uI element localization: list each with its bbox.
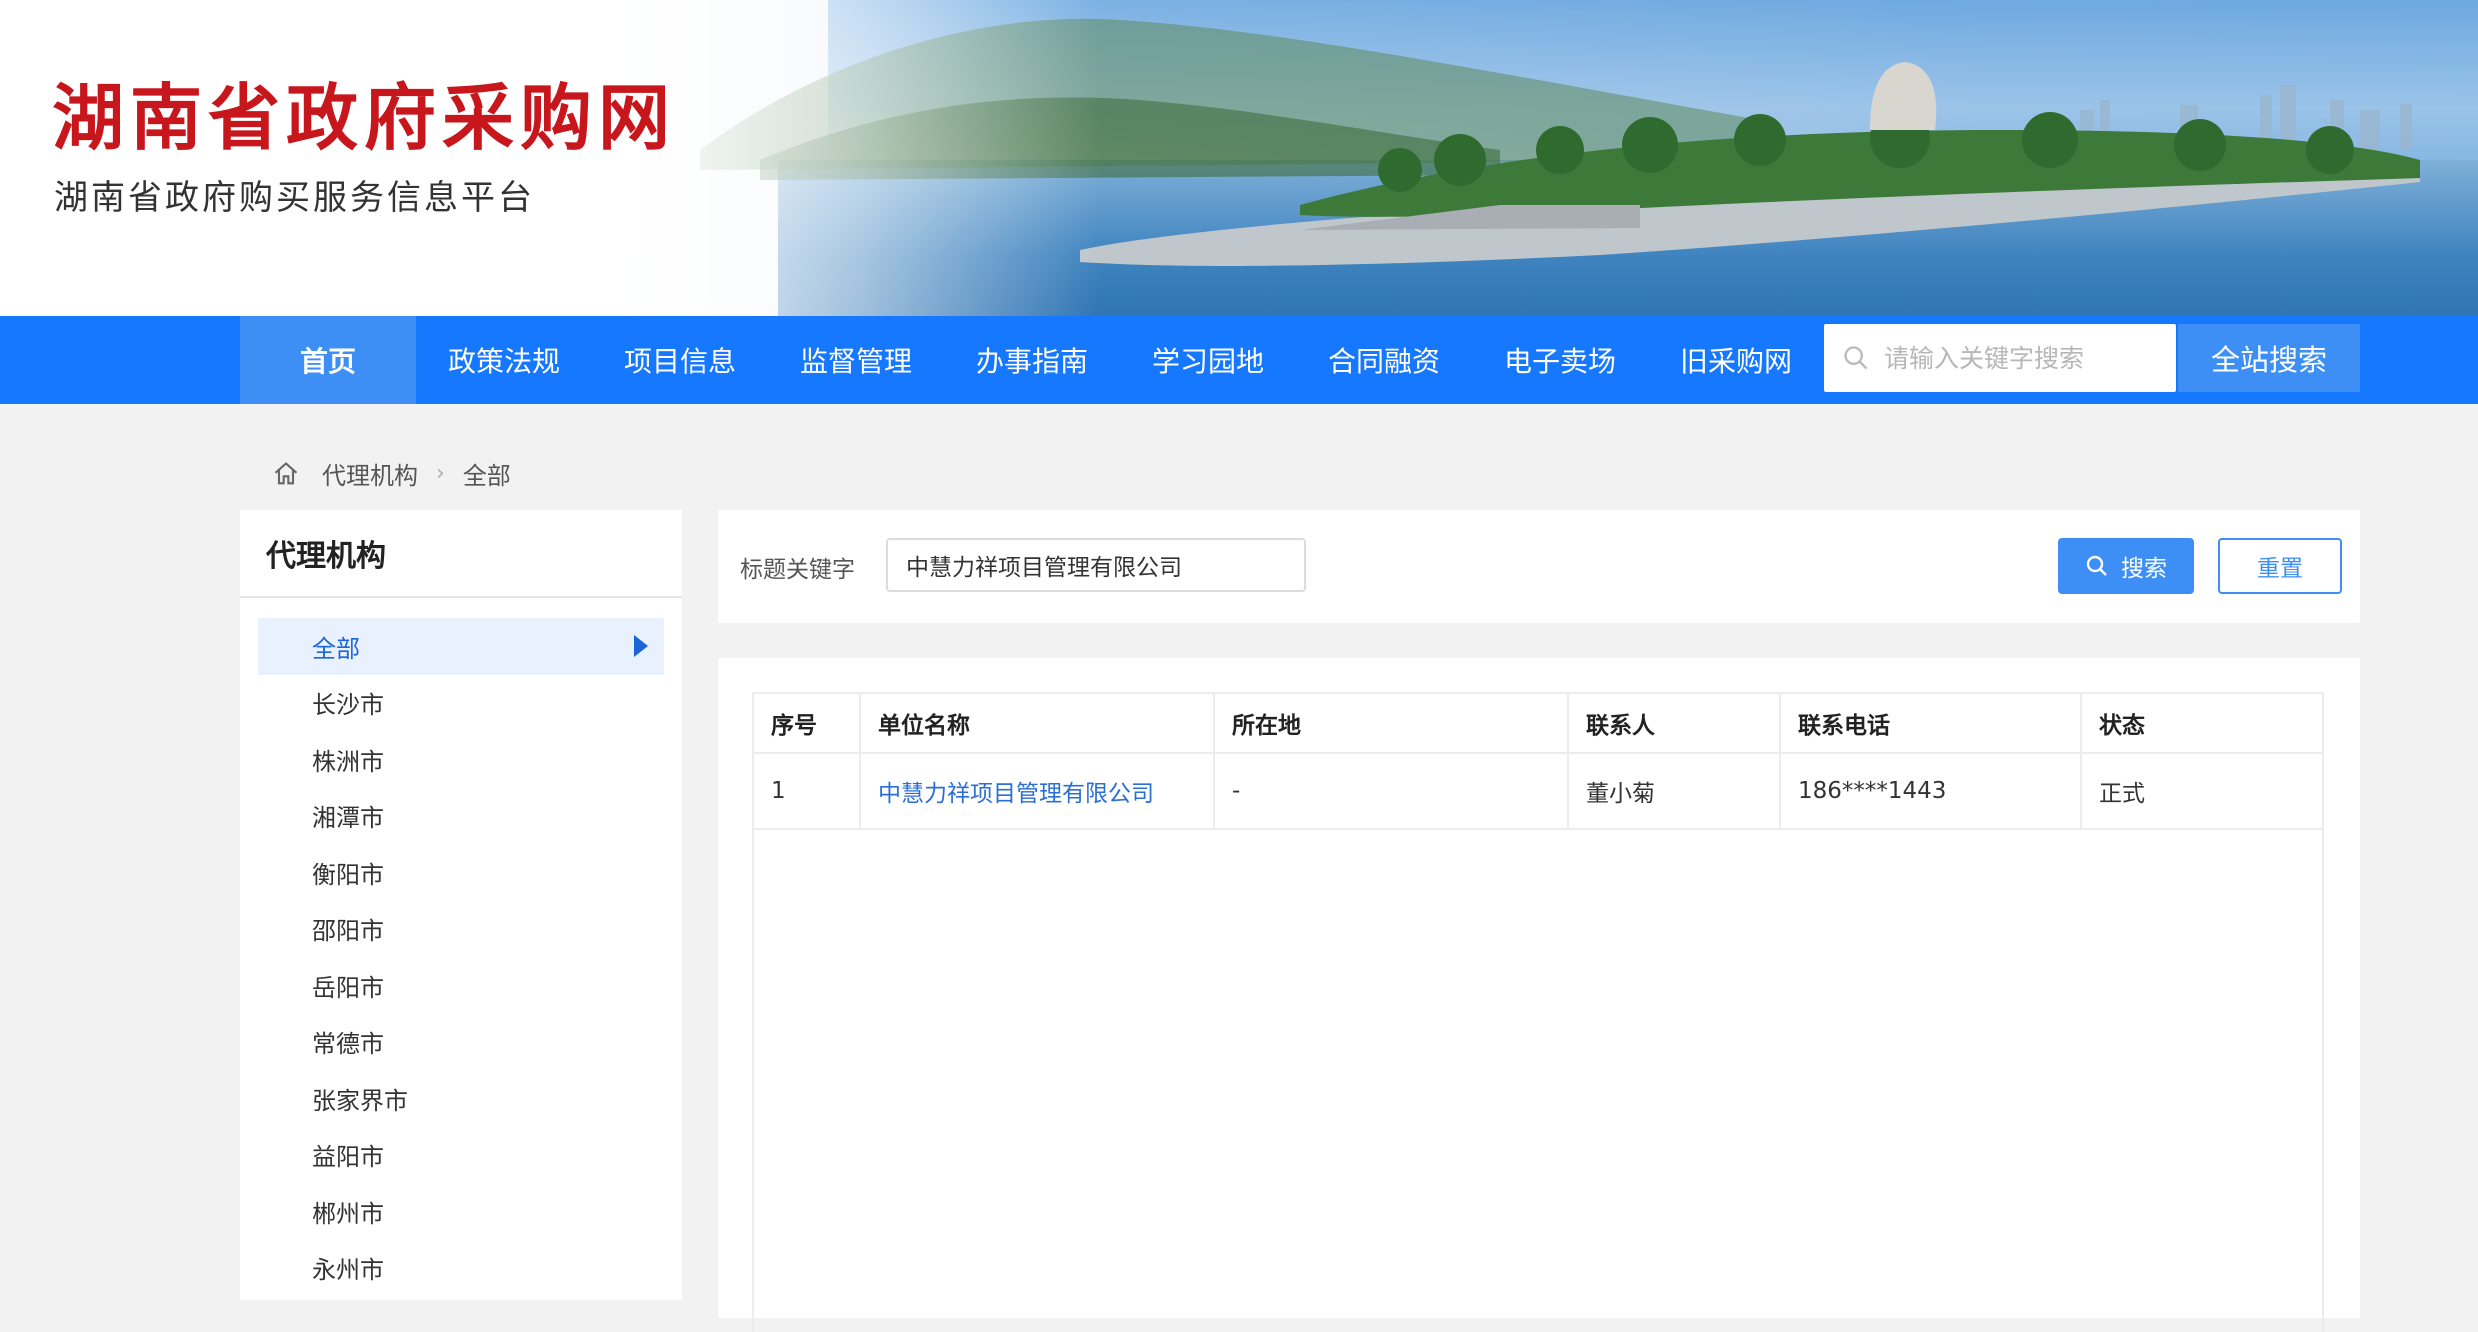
keyword-label: 标题关键字 (740, 556, 855, 583)
sidebar-item-label: 张家界市 (312, 1086, 408, 1115)
chevron-right-icon: › (436, 461, 445, 486)
sidebar-item-region[interactable]: 湘潭市 (258, 788, 664, 845)
sidebar-item-label: 株洲市 (312, 747, 384, 776)
cell-col-phone: 186****1443 (1780, 753, 2082, 830)
header-col-location: 所在地 (1214, 694, 1569, 754)
cell-col-contact: 董小菊 (1568, 753, 1781, 830)
breadcrumb-item-agency[interactable]: 代理机构 (322, 456, 418, 491)
header-col-contact: 联系人 (1568, 694, 1781, 754)
cell-col-index: 1 (754, 753, 861, 830)
company-link[interactable]: 中慧力祥项目管理有限公司 (878, 781, 1154, 807)
nav-item-e-mall[interactable]: 电子卖场 (1472, 316, 1648, 404)
filter-bar: 标题关键字 搜索 重置 (718, 510, 2360, 623)
nav-list: 首页 政策法规 项目信息 监督管理 办事指南 学习园地 合同融资 电子卖场 旧采购网 (240, 316, 1824, 404)
nav-item-supervision[interactable]: 监督管理 (768, 316, 944, 404)
header-banner: 湖南省政府采购网 湖南省政府购买服务信息平台 (0, 0, 2478, 316)
sidebar-item-label: 益阳市 (312, 1143, 384, 1172)
table-body: 1 中慧力祥项目管理有限公司 - 董小菊 186****1443 正式 (754, 753, 2322, 830)
sidebar-title: 代理机构 (240, 510, 682, 598)
site-search-input[interactable] (1882, 342, 2176, 374)
search-button[interactable]: 搜索 (2058, 538, 2194, 594)
home-icon[interactable] (272, 460, 300, 488)
reset-button[interactable]: 重置 (2218, 538, 2342, 594)
agency-table: 序号 单位名称 所在地 联系人 联系电话 状态 1 中慧力祥项目管理有限公司 - 董小菊 186*… (754, 694, 2322, 830)
sidebar-item-region[interactable]: 长沙市 (258, 675, 664, 732)
nav-item-learning[interactable]: 学习园地 (1120, 316, 1296, 404)
site-search-box[interactable] (1824, 324, 2176, 392)
sidebar-item-region[interactable]: 全部 (258, 618, 664, 675)
header-col-unit-name: 单位名称 (860, 694, 1215, 754)
search-icon (1844, 346, 1868, 370)
sidebar-item-region[interactable]: 邵阳市 (258, 901, 664, 958)
caret-right-icon (634, 635, 648, 658)
header-col-status: 状态 (2081, 694, 2322, 754)
sidebar-item-label: 衡阳市 (312, 860, 384, 889)
search-button-label: 搜索 (2121, 556, 2167, 582)
table-row: 1 中慧力祥项目管理有限公司 - 董小菊 186****1443 正式 (754, 753, 2322, 830)
nav-item-guide[interactable]: 办事指南 (944, 316, 1120, 404)
site-search-button[interactable]: 全站搜索 (2178, 324, 2360, 392)
sidebar-item-region[interactable]: 益阳市 (258, 1127, 664, 1184)
main-nav: 首页政策法规项目信息监督管理办事指南学习园地合同融资电子卖场旧采购网 全站搜索 (0, 316, 2478, 404)
keyword-input[interactable] (886, 538, 1306, 592)
header-col-index: 序号 (754, 694, 861, 754)
search-icon (2086, 555, 2107, 576)
sidebar-item-region[interactable]: 株洲市 (258, 731, 664, 788)
header-col-phone: 联系电话 (1780, 694, 2082, 754)
cell-col-unit-name: 中慧力祥项目管理有限公司 (860, 753, 1215, 830)
sidebar-item-label: 常德市 (312, 1030, 384, 1059)
breadcrumb-item-all: 全部 (462, 462, 511, 490)
cell-col-status: 正式 (2081, 753, 2322, 830)
site-title: 湖南省政府采购网 (52, 75, 677, 160)
breadcrumb: 代理机构 › 全部 (272, 456, 511, 491)
sidebar: 代理机构 全部长沙市株洲市湘潭市衡阳市邵阳市岳阳市常德市张家界市益阳市郴州市永州… (240, 510, 682, 1300)
sidebar-item-label: 郴州市 (312, 1199, 384, 1228)
sidebar-item-label: 永州市 (312, 1256, 384, 1285)
sidebar-item-region[interactable]: 岳阳市 (258, 957, 664, 1014)
sidebar-item-label: 湘潭市 (312, 804, 384, 833)
sidebar-item-label: 邵阳市 (312, 917, 384, 946)
sidebar-item-label: 长沙市 (312, 691, 384, 720)
table-header-row: 序号 单位名称 所在地 联系人 联系电话 状态 (754, 694, 2322, 754)
sidebar-item-region[interactable]: 永州市 (258, 1240, 664, 1297)
results-panel: 序号 单位名称 所在地 联系人 联系电话 状态 1 中慧力祥项目管理有限公司 - 董小菊 186*… (718, 658, 2360, 1332)
nav-item-old-site[interactable]: 旧采购网 (1648, 316, 1824, 404)
region-list: 全部长沙市株洲市湘潭市衡阳市邵阳市岳阳市常德市张家界市益阳市郴州市永州市 (240, 598, 682, 1296)
nav-item-contract-finance[interactable]: 合同融资 (1296, 316, 1472, 404)
sidebar-item-region[interactable]: 张家界市 (258, 1070, 664, 1127)
nav-item-projects[interactable]: 项目信息 (592, 316, 768, 404)
sidebar-item-region[interactable]: 衡阳市 (258, 844, 664, 901)
sidebar-item-label: 全部 (312, 634, 360, 663)
results-table-wrapper: 序号 单位名称 所在地 联系人 联系电话 状态 1 中慧力祥项目管理有限公司 - 董小菊 186*… (752, 692, 2324, 1332)
sidebar-item-region[interactable]: 郴州市 (258, 1183, 664, 1240)
sidebar-item-label: 岳阳市 (312, 973, 384, 1002)
nav-item-policy[interactable]: 政策法规 (416, 316, 592, 404)
nav-item-home[interactable]: 首页 (240, 316, 416, 404)
sidebar-item-region[interactable]: 常德市 (258, 1014, 664, 1071)
site-subtitle: 湖南省政府购买服务信息平台 (54, 178, 535, 218)
cell-col-location: - (1214, 753, 1569, 830)
